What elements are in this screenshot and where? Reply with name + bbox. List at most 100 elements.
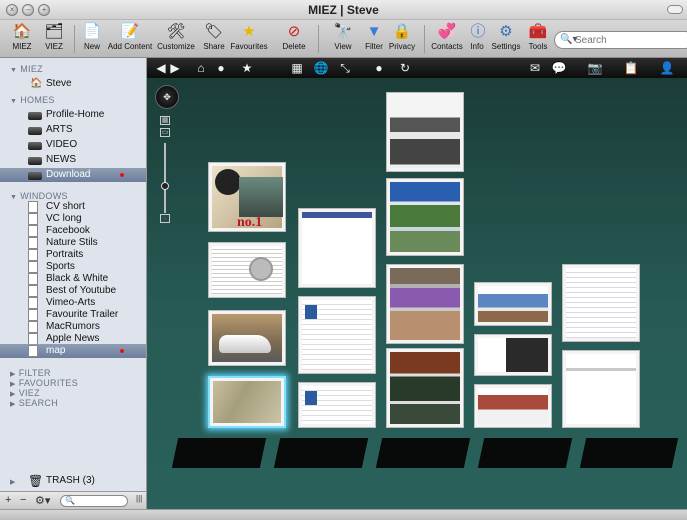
- toolbar-privacy-button[interactable]: 🔒 Privacy: [388, 22, 416, 56]
- sidebar-search-field[interactable]: 🔍: [60, 495, 128, 507]
- home-icon[interactable]: ⌂: [193, 60, 209, 76]
- thumbnail-favourite-trailer[interactable]: [474, 282, 552, 326]
- car-image: [219, 335, 271, 353]
- toolbar-miez-button[interactable]: 🏠 MIEZ: [4, 22, 40, 56]
- house-icon: 🏠: [30, 78, 43, 89]
- toolbar-view-button[interactable]: 🔭 View: [330, 22, 356, 56]
- toolbar-viez-button[interactable]: 🗂 VIEZ: [38, 22, 70, 56]
- thumbnail-map-selected[interactable]: [208, 376, 286, 428]
- user-icon[interactable]: 👤: [659, 60, 675, 76]
- disclosure-triangle-icon: ▶: [10, 391, 16, 398]
- thumbnail-vimeo-arts[interactable]: [474, 334, 552, 376]
- search-input[interactable]: [575, 33, 685, 47]
- thumbnail-facebook-page[interactable]: [298, 208, 376, 288]
- sidebar-section-filter[interactable]: ▶ FILTER: [10, 368, 51, 378]
- gear-icon: ⚙: [499, 23, 513, 40]
- app-window: × – + MIEZ | Steve 🏠 MIEZ 🗂 VIEZ 📄 New 📝…: [0, 0, 687, 520]
- gear-icon[interactable]: ⚙▾: [35, 494, 50, 507]
- toolbar-toggle-button[interactable]: [667, 5, 683, 14]
- sidebar-section-homes[interactable]: ▼ HOMES: [10, 95, 55, 105]
- thumbnail-cv-short[interactable]: [298, 296, 376, 374]
- hard-drive-icon: [28, 154, 42, 166]
- toolbar-filter-button[interactable]: ▼ Filter: [362, 22, 386, 56]
- hard-drive-icon: [28, 169, 42, 181]
- record-icon[interactable]: ●: [371, 60, 387, 76]
- disclosure-triangle-icon: ▶: [10, 381, 16, 388]
- floor-pad: [375, 438, 471, 468]
- toolbar-share-button[interactable]: 🏷 Share: [200, 22, 228, 56]
- thumbnail-apple-news[interactable]: [562, 264, 640, 342]
- sidebar-item-news[interactable]: NEWS: [0, 153, 146, 167]
- grid-view-icon[interactable]: ▦: [289, 60, 305, 76]
- status-dot: [120, 173, 124, 177]
- sidebar-item-arts[interactable]: ARTS: [0, 123, 146, 137]
- toolbar-new-button[interactable]: 📄 New: [80, 22, 104, 56]
- sidebar-item-profile-home[interactable]: Profile-Home: [0, 108, 146, 122]
- hard-drive-icon: [28, 139, 42, 151]
- chat-bubble-icon[interactable]: 💬: [551, 60, 567, 76]
- hard-drive-icon: [28, 109, 42, 121]
- thumbnail-nature-stils[interactable]: [386, 178, 464, 256]
- thumbnail-car-photo[interactable]: [208, 310, 286, 366]
- zoom-out-icon[interactable]: ·: [160, 214, 170, 223]
- profile-photo: [305, 305, 317, 319]
- viewer-3d[interactable]: ◀ ▶ ⌂ ● ★ ▦ 🌐 ⤡ ● ↻ ✉ 💬 📷 📋 👤 ✥ ▦ ▭ · no…: [147, 58, 687, 509]
- sidebar-item-steve[interactable]: 🏠 Steve: [0, 77, 146, 91]
- toolbar-delete-button[interactable]: ⊘ Delete: [280, 22, 308, 56]
- toolbar-customize-button[interactable]: 🛠 Customize: [155, 22, 197, 56]
- trash-icon: 🗑: [28, 474, 44, 488]
- add-button[interactable]: +: [5, 494, 11, 506]
- zoom-single-icon[interactable]: ▭: [160, 128, 170, 137]
- toolbar-contacts-button[interactable]: 💞 Contacts: [430, 22, 464, 56]
- sidebar-item-map[interactable]: map: [0, 344, 146, 358]
- sidebar-section-favourites[interactable]: ▶ FAVOURITES: [10, 378, 78, 388]
- sidebar-footer: + − ⚙▾ 🔍 |||: [0, 491, 147, 509]
- tools-icon: 🧰: [528, 23, 548, 40]
- filter-funnel-icon: ▼: [366, 23, 382, 40]
- new-document-icon: 📄: [82, 23, 102, 40]
- toolbar-tools-button[interactable]: 🧰 Tools: [526, 22, 550, 56]
- globe-icon[interactable]: 🌐: [313, 60, 329, 76]
- sidebar-item-trash[interactable]: 🗑 TRASH (3): [0, 474, 146, 488]
- fullscreen-icon[interactable]: ⤡: [337, 60, 353, 76]
- contacts-icon: 💞: [437, 23, 457, 40]
- sync-icon[interactable]: ↻: [397, 60, 413, 76]
- sidebar-section-miez[interactable]: ▼ MIEZ: [10, 64, 43, 74]
- thumbnail-vc-long[interactable]: [298, 382, 376, 428]
- toolbar-add-content-button[interactable]: 📝 Add Content: [106, 22, 154, 56]
- zoom-slider-knob[interactable]: [161, 182, 169, 190]
- thumbnail-macrumors[interactable]: [562, 350, 640, 428]
- thumbnail-sports[interactable]: [386, 348, 464, 428]
- share-tag-icon: 🏷: [204, 23, 224, 40]
- camera-icon[interactable]: 📷: [587, 60, 603, 76]
- album-badge: [215, 169, 241, 195]
- zoom-in-icon[interactable]: ▦: [160, 116, 170, 125]
- add-content-icon: 📝: [120, 23, 140, 40]
- thumbnail-best-of-youtube[interactable]: [474, 384, 552, 428]
- toolbar-info-button[interactable]: ⓘ Info: [467, 22, 487, 56]
- forward-arrow-icon[interactable]: ▶: [167, 60, 183, 76]
- sidebar-item-video[interactable]: VIDEO: [0, 138, 146, 152]
- no-sign-icon: ⊘: [287, 23, 301, 40]
- viewer-toolbar: ◀ ▶ ⌂ ● ★ ▦ 🌐 ⤡ ● ↻ ✉ 💬 📷 📋 👤: [147, 58, 687, 78]
- star-icon[interactable]: ★: [239, 60, 255, 76]
- remove-button[interactable]: −: [20, 494, 26, 506]
- zoom-slider[interactable]: [164, 143, 166, 213]
- sidebar-section-search[interactable]: ▶ SEARCH: [10, 398, 58, 408]
- profile-photo: [305, 391, 317, 405]
- sidebar-section-viez[interactable]: ▶ VIEZ: [10, 388, 40, 398]
- sidebar-item-download[interactable]: Download: [0, 168, 146, 182]
- clipboard-icon[interactable]: 📋: [623, 60, 639, 76]
- resize-handle[interactable]: |||: [136, 494, 142, 503]
- search-field[interactable]: 🔍▾: [554, 31, 687, 49]
- toolbar-settings-button[interactable]: ⚙ Settings: [490, 22, 522, 56]
- thumbnail-portraits[interactable]: [386, 264, 464, 344]
- record-icon[interactable]: ●: [213, 60, 229, 76]
- thumbnail-album-cover[interactable]: no.1: [208, 162, 286, 232]
- navigation-control[interactable]: ✥: [155, 85, 179, 109]
- toolbar-favourites-button[interactable]: ★ Favourites: [229, 22, 269, 56]
- thumbnail-document[interactable]: [208, 242, 286, 298]
- thumbnail-black-white[interactable]: [386, 92, 464, 172]
- mail-icon[interactable]: ✉: [527, 60, 543, 76]
- toolbar-separator: [424, 25, 425, 53]
